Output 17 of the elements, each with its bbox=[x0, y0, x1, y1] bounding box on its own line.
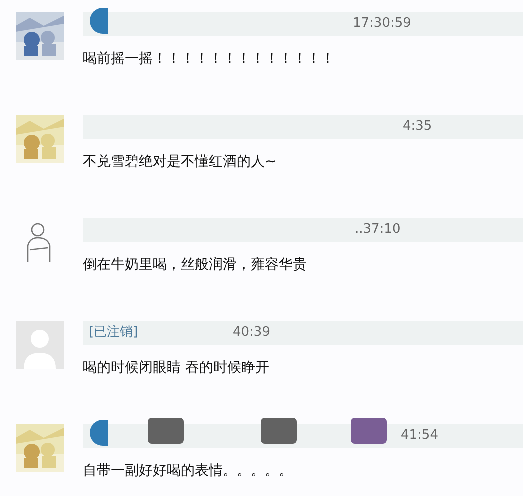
redaction-mark bbox=[90, 420, 108, 446]
redaction-mark bbox=[261, 418, 297, 444]
comment-text: 自带一副好好喝的表情。。。。。 bbox=[83, 462, 294, 481]
comment-text: 不兑雪碧绝对是不懂红酒的人~ bbox=[83, 153, 278, 172]
comment-text: 喝前摇一摇！！！！！！！！！！！！！ bbox=[83, 50, 336, 69]
comment-time: 17:30:59 bbox=[353, 15, 412, 34]
redaction-mark bbox=[351, 418, 387, 444]
comment-time: ..37:10 bbox=[355, 221, 401, 240]
comment-time: 4:35 bbox=[403, 118, 432, 136]
comment-text: 喝的时候闭眼睛 吞的时候睁开 bbox=[83, 359, 270, 378]
redaction-mark bbox=[148, 418, 184, 444]
default-avatar-icon bbox=[16, 321, 64, 369]
username-link[interactable]: [已注销] bbox=[89, 323, 138, 343]
comment-text: 倒在牛奶里喝，丝般润滑，雍容华贵 bbox=[83, 256, 308, 275]
comment-time: 40:39 bbox=[233, 324, 270, 342]
comment-time: 41:54 bbox=[401, 427, 438, 446]
redaction-mark bbox=[90, 8, 108, 34]
